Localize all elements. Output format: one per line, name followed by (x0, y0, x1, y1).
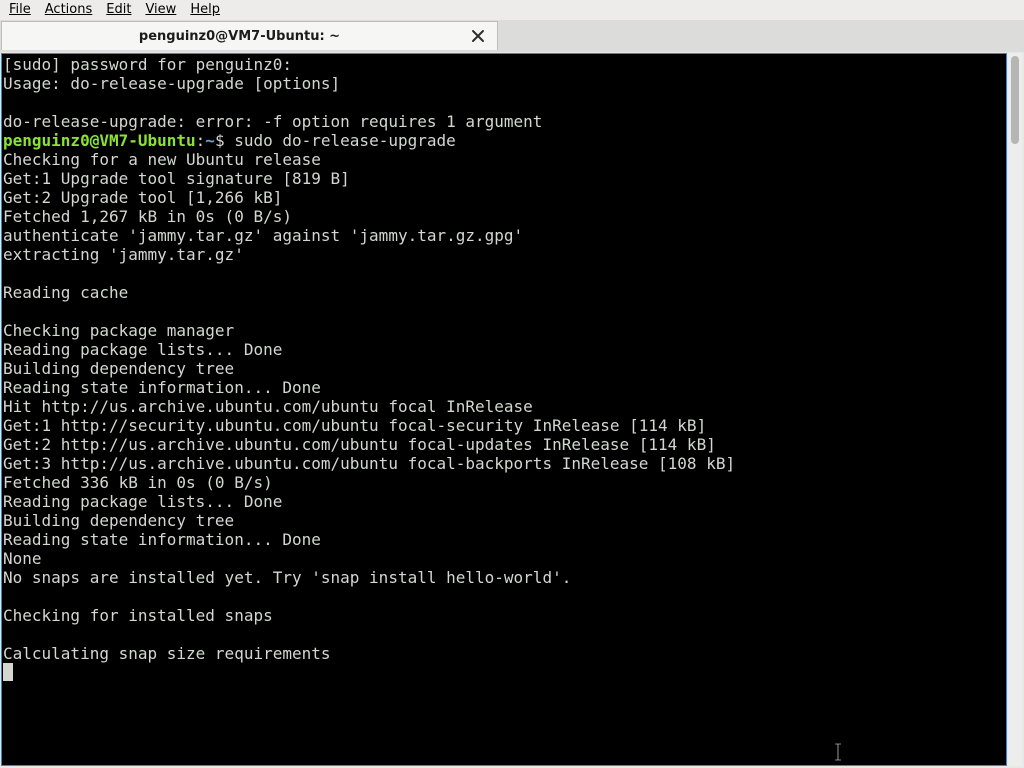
terminal-line: Fetched 336 kB in 0s (0 B/s) (3, 473, 735, 492)
terminal-line: Reading state information... Done (3, 530, 735, 549)
menu-bar: File Actions Edit View Help (0, 0, 1024, 20)
terminal-line: Reading cache (3, 283, 735, 302)
output-text: Reading state information... Done (3, 530, 321, 549)
output-text: extracting 'jammy.tar.gz' (3, 245, 244, 264)
terminal-line: Usage: do-release-upgrade [options] (3, 74, 735, 93)
terminal-line: Fetched 1,267 kB in 0s (0 B/s) (3, 207, 735, 226)
terminal-line: Reading package lists... Done (3, 492, 735, 511)
output-text: Hit http://us.archive.ubuntu.com/ubuntu … (3, 397, 533, 416)
output-text: No snaps are installed yet. Try 'snap in… (3, 568, 572, 587)
output-text: [sudo] password for penguinz0: (3, 55, 292, 74)
output-text: Checking package manager (3, 321, 235, 340)
terminal-line: No snaps are installed yet. Try 'snap in… (3, 568, 735, 587)
tab-title: penguinz0@VM7-Ubuntu: ~ (138, 29, 341, 44)
terminal-line: Calculating snap size requirements (3, 644, 735, 663)
terminal-frame: [sudo] password for penguinz0: Usage: do-… (0, 52, 1024, 768)
menu-actions[interactable]: Actions (40, 0, 98, 20)
output-text: Building dependency tree (3, 511, 235, 530)
vertical-scrollbar[interactable] (1008, 53, 1022, 766)
terminal-line: do-release-upgrade: error: -f option req… (3, 112, 735, 131)
output-text: Calculating snap size requirements (3, 644, 331, 663)
terminal-line: None (3, 549, 735, 568)
terminal-line: Checking package manager (3, 321, 735, 340)
terminal-line: Get:1 Upgrade tool signature [819 B] (3, 169, 735, 188)
output-text: authenticate 'jammy.tar.gz' against 'jam… (3, 226, 524, 245)
output-text: Reading cache (3, 283, 129, 302)
terminal-line: authenticate 'jammy.tar.gz' against 'jam… (3, 226, 735, 245)
tab-bar: penguinz0@VM7-Ubuntu: ~ (0, 20, 1024, 52)
menu-view[interactable]: View (140, 0, 181, 20)
terminal-line: Checking for a new Ubuntu release (3, 150, 735, 169)
text-cursor-icon (835, 743, 841, 761)
menu-file[interactable]: File (4, 0, 36, 20)
menu-help[interactable]: Help (185, 0, 225, 20)
terminal-line: Reading package lists... Done (3, 340, 735, 359)
terminal-line: Get:1 http://security.ubuntu.com/ubuntu … (3, 416, 735, 435)
terminal-window: File Actions Edit View Help penguinz0@VM… (0, 0, 1024, 768)
scrollbar-thumb[interactable] (1011, 56, 1019, 144)
terminal-line: Get:2 http://us.archive.ubuntu.com/ubunt… (3, 435, 735, 454)
terminal-line: Checking for installed snaps (3, 606, 735, 625)
prompt-separator: : (195, 131, 206, 150)
output-text: Get:2 Upgrade tool [1,266 kB] (3, 188, 283, 207)
output-text: Get:1 Upgrade tool signature [819 B] (3, 169, 350, 188)
output-text: None (3, 549, 42, 568)
menu-actions-label: Actions (44, 2, 93, 17)
terminal-line: Get:2 Upgrade tool [1,266 kB] (3, 188, 735, 207)
prompt-path: ~ (205, 131, 215, 150)
terminal-line: Building dependency tree (3, 511, 735, 530)
menu-help-label: Help (190, 2, 220, 17)
close-icon[interactable] (471, 29, 485, 43)
menu-edit-label: Edit (106, 2, 132, 17)
terminal-cursor (3, 663, 13, 681)
terminal-line: [sudo] password for penguinz0: (3, 55, 735, 74)
output-text: Reading state information... Done (3, 378, 321, 397)
cursor-line (3, 663, 735, 682)
menu-file-label: File (9, 2, 31, 17)
prompt-symbol: $ (214, 131, 235, 150)
menu-edit[interactable]: Edit (101, 0, 136, 20)
terminal-line: extracting 'jammy.tar.gz' (3, 245, 735, 264)
tab-terminal[interactable]: penguinz0@VM7-Ubuntu: ~ (1, 21, 498, 50)
output-text: do-release-upgrade: error: -f option req… (3, 112, 543, 131)
output-text: Fetched 1,267 kB in 0s (0 B/s) (3, 207, 292, 226)
output-text: Reading package lists... Done (3, 340, 283, 359)
terminal-lines: [sudo] password for penguinz0: Usage: do-… (3, 55, 735, 682)
terminal-line: penguinz0@VM7-Ubuntu:~$ sudo do-release-… (3, 131, 735, 150)
prompt-user: penguinz0@VM7-Ubuntu (3, 131, 196, 150)
output-text: Checking for a new Ubuntu release (3, 150, 321, 169)
output-text: Get:2 http://us.archive.ubuntu.com/ubunt… (3, 435, 716, 454)
command-text: sudo do-release-upgrade (234, 131, 456, 150)
terminal-line: Reading state information... Done (3, 378, 735, 397)
output-text: Get:3 http://us.archive.ubuntu.com/ubunt… (3, 454, 736, 473)
output-text: Fetched 336 kB in 0s (0 B/s) (3, 473, 273, 492)
output-text: Usage: do-release-upgrade [options] (3, 74, 341, 93)
output-text: Reading package lists... Done (3, 492, 283, 511)
terminal-line: Hit http://us.archive.ubuntu.com/ubuntu … (3, 397, 735, 416)
terminal-line: Building dependency tree (3, 359, 735, 378)
output-text: Checking for installed snaps (3, 606, 273, 625)
menu-view-label: View (145, 2, 177, 17)
terminal-line: Get:3 http://us.archive.ubuntu.com/ubunt… (3, 454, 735, 473)
terminal-output[interactable]: [sudo] password for penguinz0: Usage: do-… (1, 53, 1007, 766)
output-text: Building dependency tree (3, 359, 235, 378)
output-text: Get:1 http://security.ubuntu.com/ubuntu … (3, 416, 707, 435)
